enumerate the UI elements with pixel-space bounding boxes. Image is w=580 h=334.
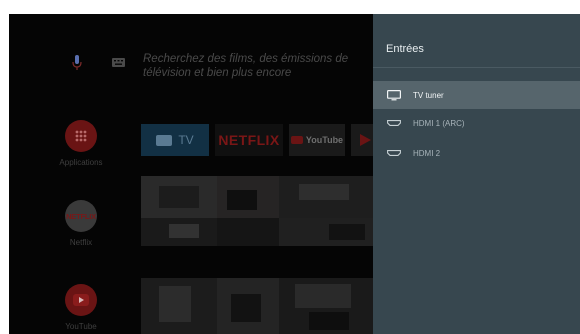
tv-icon	[383, 89, 405, 101]
input-item-hdmi-1-arc[interactable]: HDMI 1 (ARC)	[373, 109, 580, 137]
input-item-tv-tuner[interactable]: TV tuner	[373, 81, 580, 109]
apps-grid-icon	[65, 120, 97, 152]
input-item-hdmi-2[interactable]: HDMI 2	[373, 139, 580, 167]
panel-title: Entrées	[386, 43, 424, 55]
netflix-logo: NETFLIX	[65, 200, 97, 232]
channel-tile-netflix[interactable]: NETFLIX	[215, 124, 283, 156]
search-hint[interactable]: Recherchez des films, des émissions de t…	[143, 52, 363, 80]
youtube-icon	[290, 136, 303, 144]
inputs-panel: Entrées TV tuner HDMI 1 (ARC) HDMI 2	[373, 14, 580, 334]
rail-item-netflix[interactable]: NETFLIX Netflix	[51, 200, 111, 247]
play-store-icon	[360, 134, 371, 146]
hdmi-icon	[383, 150, 405, 156]
channel-tile-youtube[interactable]: YouTube	[289, 124, 345, 156]
youtube-play-icon	[65, 284, 97, 316]
panel-divider	[373, 67, 580, 68]
channel-label-youtube: YouTube	[305, 135, 344, 145]
hdmi-icon	[383, 120, 405, 126]
rail-item-applications[interactable]: Applications	[51, 120, 111, 167]
channel-label-netflix: NETFLIX	[218, 132, 280, 148]
keyboard-icon[interactable]	[112, 58, 125, 67]
channel-label-tv: TV	[178, 133, 194, 147]
rail-label-youtube: YouTube	[65, 322, 97, 331]
rail-label-applications: Applications	[59, 158, 103, 167]
input-label-hdmi-2: HDMI 2	[413, 148, 441, 158]
rail-item-youtube[interactable]: YouTube	[51, 284, 111, 331]
microphone-icon[interactable]	[72, 55, 82, 71]
channel-tile-tv[interactable]: TV	[141, 124, 209, 156]
input-label-hdmi-1-arc: HDMI 1 (ARC)	[413, 118, 465, 128]
rail-label-netflix: Netflix	[69, 238, 93, 247]
input-label-tv-tuner: TV tuner	[413, 90, 444, 100]
tv-icon	[156, 134, 173, 146]
